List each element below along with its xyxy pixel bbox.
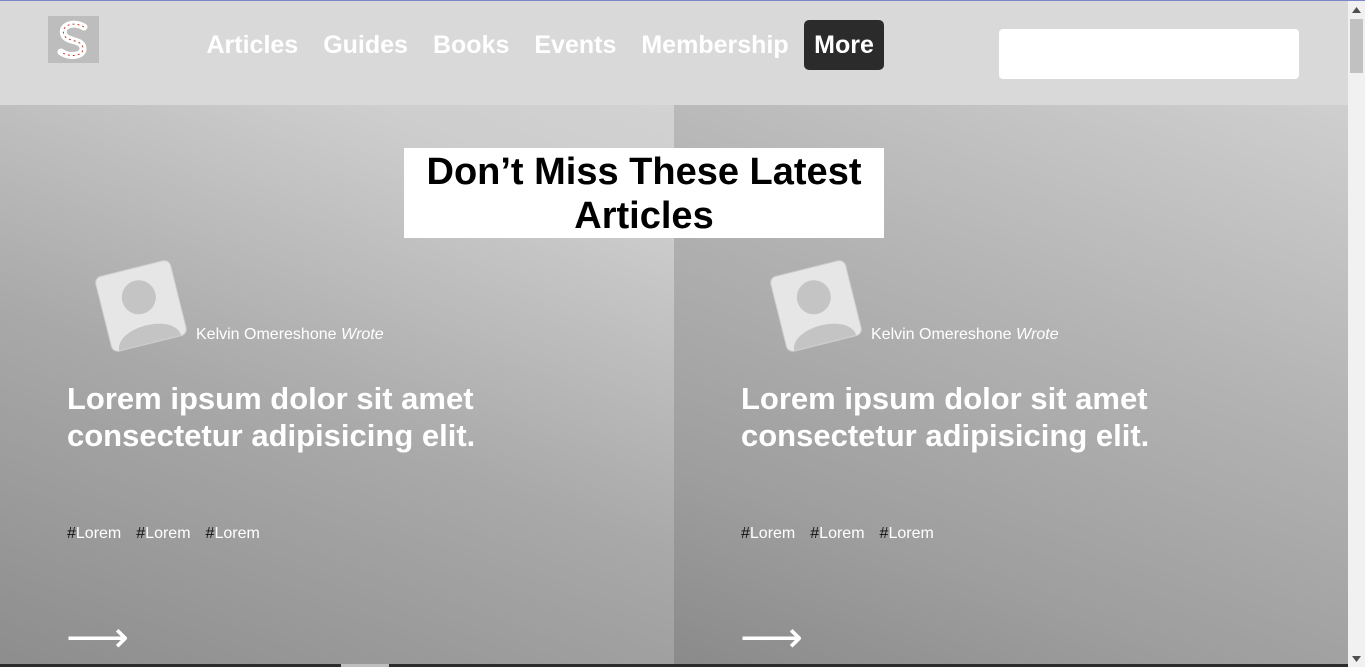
tag-link[interactable]: #Lorem — [67, 525, 121, 543]
article-tags: #Lorem #Lorem #Lorem — [67, 525, 260, 543]
tag-label: Lorem — [145, 525, 191, 542]
tag-link[interactable]: #Lorem — [206, 525, 260, 543]
main-nav: Articles Guides Books Events Membership … — [194, 19, 884, 71]
nav-item-membership[interactable]: Membership — [629, 20, 801, 70]
tag-hash: # — [741, 525, 750, 542]
article-title[interactable]: Lorem ipsum dolor sit amet consectetur a… — [741, 380, 1301, 454]
arrow-right-icon[interactable]: ⟶ — [740, 612, 803, 664]
nav-item-more[interactable]: More — [804, 20, 884, 70]
article-tags: #Lorem #Lorem #Lorem — [741, 525, 934, 543]
search-input[interactable] — [999, 29, 1299, 79]
tag-hash: # — [136, 525, 146, 542]
tag-label: Lorem — [749, 525, 796, 542]
tag-label: Lorem — [214, 525, 260, 542]
author-name: Kelvin Omereshone — [196, 326, 337, 343]
article-author: Kelvin Omereshone Wrote — [871, 326, 1059, 344]
tag-link[interactable]: #Lorem — [136, 525, 190, 543]
article-author: Kelvin Omereshone Wrote — [196, 326, 384, 344]
scrollbar-thumb[interactable] — [1350, 19, 1363, 73]
user-avatar-icon — [94, 259, 188, 353]
author-suffix: Wrote — [1015, 326, 1059, 343]
user-avatar-icon — [769, 259, 863, 353]
tag-hash: # — [67, 525, 76, 542]
vertical-scrollbar[interactable] — [1348, 1, 1365, 667]
nav-item-events[interactable]: Events — [522, 20, 629, 70]
tag-hash: # — [810, 525, 820, 542]
tag-link[interactable]: #Lorem — [880, 525, 934, 543]
site-header: Articles Guides Books Events Membership … — [0, 1, 1348, 105]
scroll-down-icon[interactable] — [1348, 650, 1365, 667]
article-title[interactable]: Lorem ipsum dolor sit amet consectetur a… — [67, 380, 627, 454]
scroll-up-icon[interactable] — [1348, 1, 1365, 18]
site-logo-icon[interactable] — [48, 16, 99, 63]
tag-link[interactable]: #Lorem — [741, 525, 795, 543]
nav-item-books[interactable]: Books — [420, 20, 521, 70]
tag-link[interactable]: #Lorem — [810, 525, 864, 543]
arrow-right-icon[interactable]: ⟶ — [66, 612, 129, 664]
tag-label: Lorem — [819, 525, 865, 542]
tag-label: Lorem — [888, 525, 934, 542]
author-name: Kelvin Omereshone — [871, 326, 1012, 343]
section-headline: Don’t Miss These Latest Articles — [404, 148, 884, 238]
tag-label: Lorem — [75, 525, 122, 542]
nav-item-guides[interactable]: Guides — [311, 20, 421, 70]
author-suffix: Wrote — [340, 326, 384, 343]
nav-item-articles[interactable]: Articles — [194, 20, 311, 70]
